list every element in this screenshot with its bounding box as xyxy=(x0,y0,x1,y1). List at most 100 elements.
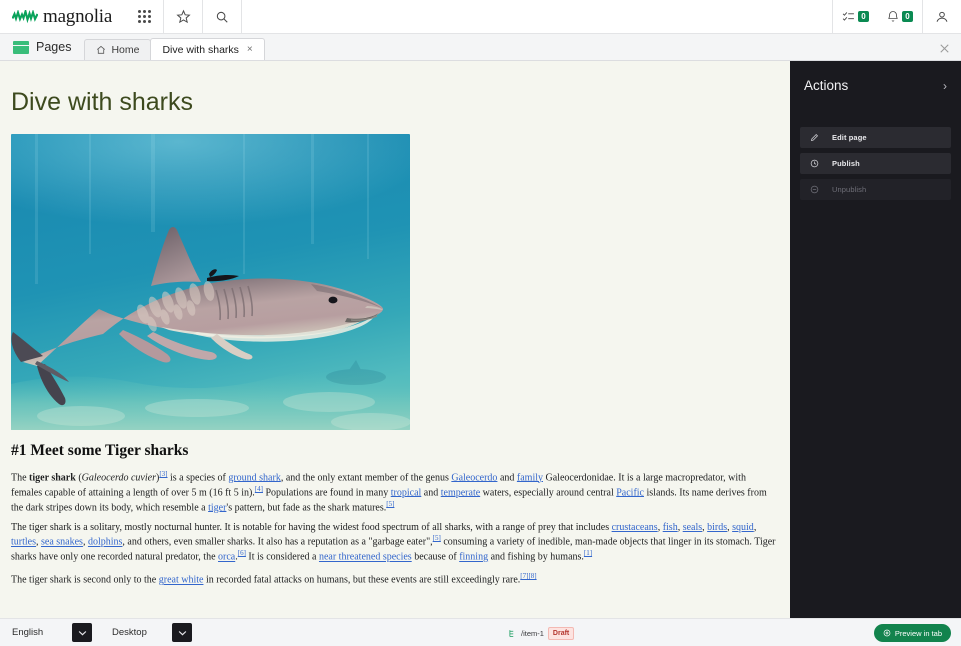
citation-ref[interactable]: [3] xyxy=(159,470,167,478)
app-name: Pages xyxy=(36,40,72,54)
tab-home[interactable]: Home xyxy=(84,39,152,60)
action-unpublish-label: Unpublish xyxy=(832,185,867,194)
citation-ref[interactable]: [4] xyxy=(255,485,263,493)
text: is a species of xyxy=(167,471,229,483)
text: 's pattern, but fade as the shark mature… xyxy=(226,501,387,513)
actions-header: Actions › xyxy=(790,61,961,93)
citation-ref[interactable]: [5] xyxy=(386,500,394,508)
page-preview-area: Dive with sharks #1 Meet some Tiger shar… xyxy=(0,61,790,618)
link-birds[interactable]: birds xyxy=(707,522,727,533)
user-avatar-icon[interactable] xyxy=(923,0,961,34)
article-paragraph-2: The tiger shark is a solitary, mostly no… xyxy=(11,522,779,564)
citation-ref[interactable]: [7][8] xyxy=(520,572,536,580)
article-body: #1 Meet some Tiger sharks The tiger shar… xyxy=(0,430,790,587)
text: , and others, even smaller sharks. It al… xyxy=(122,536,433,548)
top-bar: magnolia 0 0 xyxy=(0,0,961,34)
actions-list: Edit page Publish Unpublish xyxy=(790,127,961,200)
star-icon[interactable] xyxy=(164,0,202,34)
divider xyxy=(241,0,243,34)
notifications-button[interactable]: 0 xyxy=(878,0,922,34)
action-publish-label: Publish xyxy=(832,159,860,168)
hero-image xyxy=(11,133,410,430)
link-orca[interactable]: orca xyxy=(218,552,235,563)
brand-name: magnolia xyxy=(43,6,113,27)
chevron-right-icon[interactable]: › xyxy=(943,80,947,92)
home-icon xyxy=(97,45,106,54)
tasks-button[interactable]: 0 xyxy=(833,0,878,34)
tasks-count-badge: 0 xyxy=(858,11,869,22)
bell-icon xyxy=(888,11,898,22)
action-edit-page-label: Edit page xyxy=(832,133,867,142)
device-dropdown-chevron-down-icon[interactable] xyxy=(172,623,192,642)
term-tiger-shark: tiger shark xyxy=(29,471,76,483)
link-tiger[interactable]: tiger xyxy=(208,502,226,513)
text: It is considered a xyxy=(245,551,319,563)
link-ground-shark[interactable]: ground shark xyxy=(228,472,281,483)
text: waters, especially around central xyxy=(480,486,617,498)
link-turtles[interactable]: turtles xyxy=(11,537,36,548)
link-squid[interactable]: squid xyxy=(732,522,754,533)
page-status: /item-1 Draft xyxy=(508,619,575,646)
action-edit-page[interactable]: Edit page xyxy=(800,127,951,148)
link-finning[interactable]: finning xyxy=(459,552,488,563)
pencil-icon xyxy=(809,132,820,143)
device-value: Desktop xyxy=(112,627,147,638)
close-icon[interactable] xyxy=(935,39,953,57)
link-fish[interactable]: fish xyxy=(663,522,678,533)
action-publish[interactable]: Publish xyxy=(800,153,951,174)
text: and fishing by humans. xyxy=(488,551,584,563)
text: , and the only extant member of the genu… xyxy=(280,471,452,483)
site-tree-icon xyxy=(509,629,514,637)
citation-ref[interactable]: [6] xyxy=(238,549,246,557)
text: in recorded fatal attacks on humans, but… xyxy=(203,574,521,586)
link-family[interactable]: family xyxy=(517,472,543,483)
grid-apps-icon[interactable] xyxy=(125,0,163,34)
text: Populations are found in many xyxy=(262,486,391,498)
link-seals[interactable]: seals xyxy=(683,522,702,533)
bottom-bar: English Desktop /item-1 Draft Preview in… xyxy=(0,618,961,646)
citation-ref[interactable]: [1] xyxy=(584,549,592,557)
action-unpublish: Unpublish xyxy=(800,179,951,200)
preview-in-tab-label: Preview in tab xyxy=(894,628,942,638)
tiger-shark-photo xyxy=(11,133,410,430)
tab-dive-with-sharks[interactable]: Dive with sharks × xyxy=(150,38,265,60)
text: The xyxy=(11,471,30,483)
text: The tiger shark is a solitary, mostly no… xyxy=(11,521,612,533)
magnolia-wave-mark xyxy=(12,9,38,23)
notifications-count-badge: 0 xyxy=(902,11,913,22)
app-label-pages: Pages xyxy=(0,40,84,60)
language-value: English xyxy=(12,627,44,638)
magnolia-logo[interactable]: magnolia xyxy=(0,7,125,26)
link-great-white[interactable]: great white xyxy=(159,575,204,586)
article-paragraph-1: The tiger shark (Galeocerdo cuvier)[3] i… xyxy=(11,469,779,514)
magnolia-app-window: magnolia 0 0 Pages Home Dive with sharks… xyxy=(0,0,961,646)
device-selector[interactable]: Desktop xyxy=(110,623,192,642)
search-icon[interactable] xyxy=(203,0,241,34)
pages-icon xyxy=(13,40,29,54)
link-temperate[interactable]: temperate xyxy=(441,487,480,498)
link-pacific[interactable]: Pacific xyxy=(616,487,644,498)
tab-home-label: Home xyxy=(111,44,140,56)
link-near-threatened-species[interactable]: near threatened species xyxy=(319,552,412,563)
actions-title: Actions xyxy=(804,78,849,93)
language-dropdown-chevron-down-icon[interactable] xyxy=(72,623,92,642)
text: and xyxy=(421,486,441,498)
binomial-name: Galeocerdo cuvier xyxy=(81,471,156,483)
link-dolphins[interactable]: dolphins xyxy=(88,537,122,548)
preview-in-tab-button[interactable]: Preview in tab xyxy=(873,624,951,642)
tab-close-icon[interactable]: × xyxy=(247,44,253,55)
article-paragraph-3: The tiger shark is second only to the gr… xyxy=(11,571,779,586)
article-heading: #1 Meet some Tiger sharks xyxy=(11,441,189,459)
text: , xyxy=(753,521,757,533)
status-badge: Draft xyxy=(547,626,575,640)
link-galeocerdo[interactable]: Galeocerdo xyxy=(451,472,497,483)
citation-ref[interactable]: [5] xyxy=(433,534,441,542)
link-sea-snakes[interactable]: sea snakes xyxy=(41,537,83,548)
link-crustaceans[interactable]: crustaceans xyxy=(612,522,658,533)
text: The tiger shark is second only to the xyxy=(11,574,159,586)
grid-apps-glyph xyxy=(137,10,151,23)
actions-panel: Actions › Edit page Publish Unpublish xyxy=(790,61,961,618)
page-title: Dive with sharks xyxy=(11,88,193,116)
link-tropical[interactable]: tropical xyxy=(391,487,422,498)
language-selector[interactable]: English xyxy=(10,623,92,642)
